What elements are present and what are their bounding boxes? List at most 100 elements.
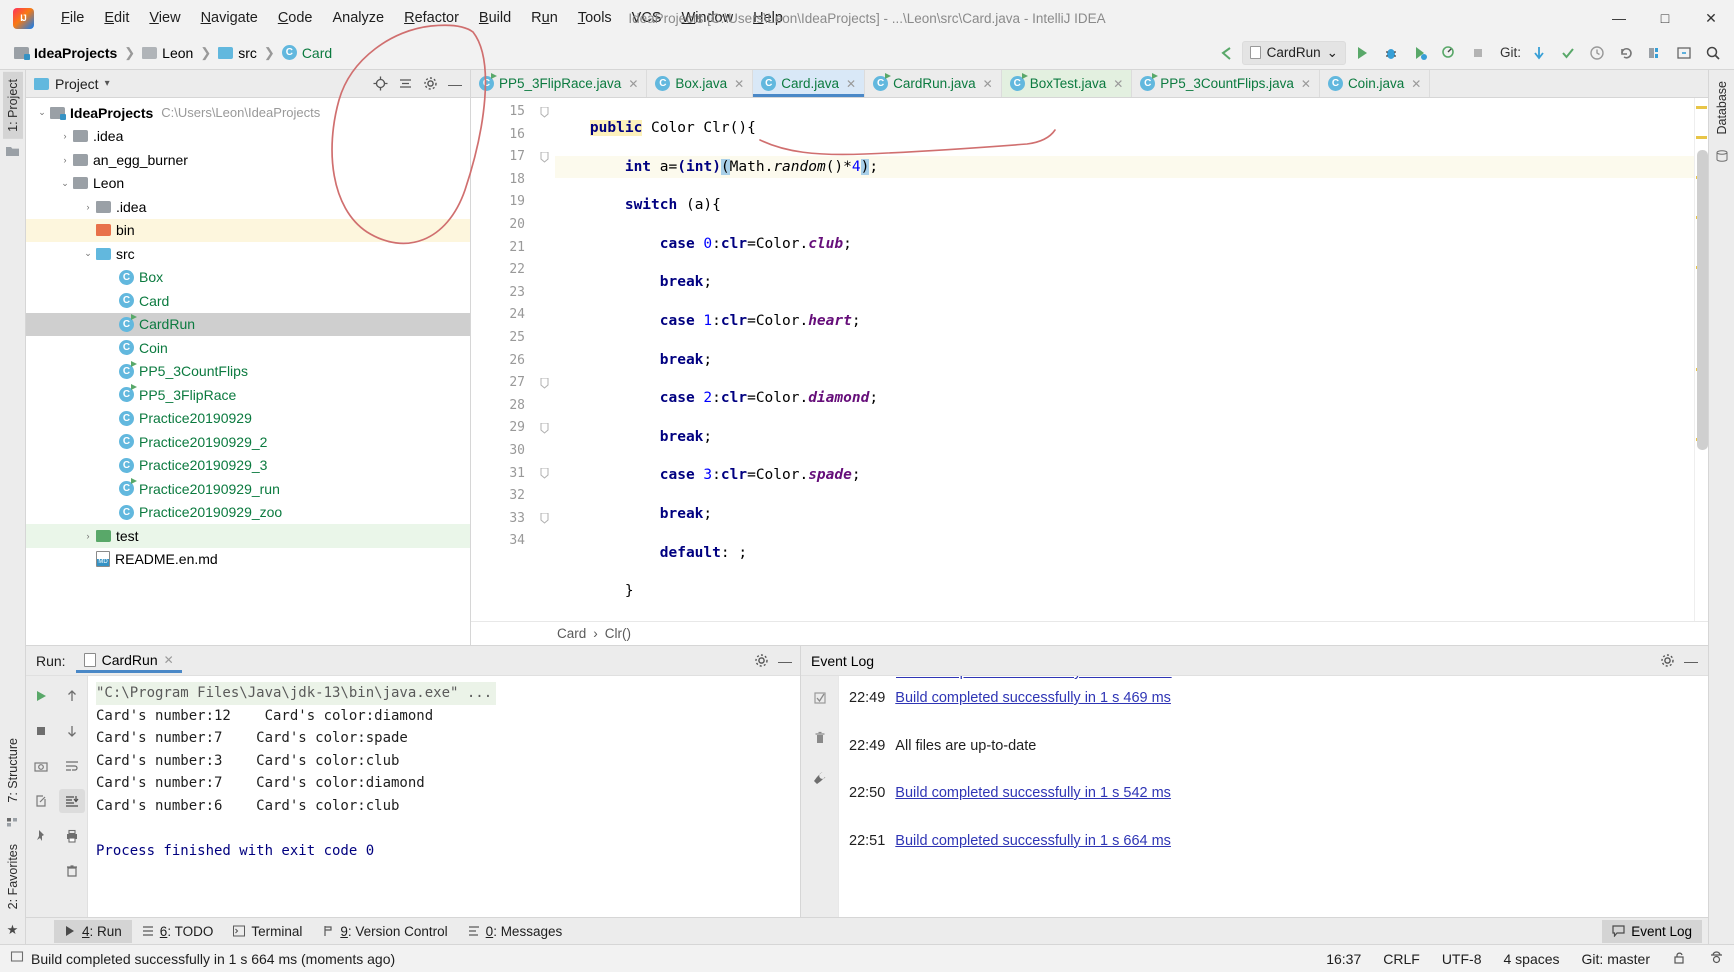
- print-icon[interactable]: [59, 824, 85, 848]
- fold-marker-icon[interactable]: [533, 508, 555, 531]
- menu-analyze[interactable]: Analyze: [324, 6, 394, 30]
- chevron-right-icon[interactable]: ›: [80, 202, 96, 212]
- event-message[interactable]: Build completed successfully in 1 s 664 …: [895, 833, 1171, 849]
- rerun-icon[interactable]: [28, 684, 54, 708]
- tree-node[interactable]: ⌄ Leon: [26, 172, 470, 196]
- chevron-right-icon[interactable]: ›: [57, 155, 73, 165]
- editor-breadcrumb[interactable]: Card › Clr(): [471, 621, 1708, 645]
- menu-refactor[interactable]: Refactor: [395, 6, 468, 30]
- rollback-icon[interactable]: [1613, 40, 1639, 66]
- sidebar-item-favorites[interactable]: 2: Favorites: [3, 837, 23, 916]
- editor-tabs[interactable]: C PP5_3FlipRace.java ✕ C Box.java ✕ C Card.java…: [471, 70, 1708, 98]
- gear-icon[interactable]: [1656, 650, 1678, 672]
- close-button[interactable]: ✕: [1688, 0, 1734, 36]
- editor-tab[interactable]: C PP5_3CountFlips.java ✕: [1132, 70, 1320, 97]
- fold-marker-icon[interactable]: [533, 417, 555, 440]
- delete-icon[interactable]: [807, 726, 833, 750]
- sidebar-item-structure[interactable]: 7: Structure: [3, 731, 23, 810]
- menu-code[interactable]: Code: [269, 6, 322, 30]
- close-icon[interactable]: ✕: [1411, 77, 1421, 91]
- settings-wrench-icon[interactable]: [807, 766, 833, 790]
- sdk-manager-icon[interactable]: [1671, 40, 1697, 66]
- status-line-separator[interactable]: CRLF: [1383, 951, 1420, 967]
- editor-tab[interactable]: C Coin.java ✕: [1320, 70, 1431, 97]
- close-icon[interactable]: ✕: [734, 77, 744, 91]
- menu-build[interactable]: Build: [470, 6, 520, 30]
- toolwindow-todo[interactable]: 6: TODO: [132, 920, 224, 943]
- hide-icon[interactable]: —: [444, 73, 466, 95]
- stop-icon[interactable]: [28, 719, 54, 743]
- fold-marker-icon[interactable]: [533, 101, 555, 124]
- chevron-down-icon[interactable]: ⌄: [57, 178, 73, 189]
- profile-icon[interactable]: [1436, 40, 1462, 66]
- hector-icon[interactable]: [1709, 950, 1724, 968]
- unlock-icon[interactable]: [1672, 950, 1687, 968]
- close-icon[interactable]: ✕: [164, 653, 174, 667]
- tree-node[interactable]: bin: [26, 218, 470, 242]
- export-icon[interactable]: [28, 789, 54, 813]
- pin-icon[interactable]: [28, 824, 54, 848]
- collapse-all-icon[interactable]: [394, 73, 416, 95]
- sidebar-item-database[interactable]: Database: [1712, 74, 1732, 142]
- menu-run[interactable]: Run: [522, 6, 567, 30]
- gear-icon[interactable]: [419, 73, 441, 95]
- code-editor[interactable]: 15 16 17 18 19 20 21 22 23 24 25 26 27 28 29 30 31 32 33 34…: [471, 98, 1708, 621]
- event-log-entry[interactable]: 22:50 Build completed successfully in 1 s…: [849, 779, 1708, 827]
- editor-tab[interactable]: C Card.java ✕: [753, 70, 866, 97]
- up-icon[interactable]: [59, 684, 85, 708]
- editor-tab[interactable]: C CardRun.java ✕: [865, 70, 1002, 97]
- minimize-button[interactable]: —: [1596, 0, 1642, 36]
- editor-tab[interactable]: C PP5_3FlipRace.java ✕: [471, 70, 648, 97]
- editor-tab[interactable]: C BoxTest.java ✕: [1001, 70, 1133, 97]
- menu-window[interactable]: Window: [673, 6, 743, 30]
- tree-node[interactable]: ⌄ src: [26, 242, 470, 266]
- breadcrumb-item-src[interactable]: src: [214, 43, 261, 63]
- mark-read-icon[interactable]: [807, 686, 833, 710]
- editor-scroll-markers[interactable]: [1694, 98, 1708, 621]
- event-message[interactable]: Build completed successfully in 1 s 542 …: [895, 785, 1171, 801]
- tree-node[interactable]: C Practice20190929_run: [26, 477, 470, 501]
- soft-wrap-icon[interactable]: [59, 754, 85, 778]
- tree-node[interactable]: C Coin: [26, 336, 470, 360]
- hide-icon[interactable]: —: [1680, 650, 1702, 672]
- close-icon[interactable]: ✕: [1113, 77, 1123, 91]
- tree-node[interactable]: › an_egg_burner: [26, 148, 470, 172]
- close-icon[interactable]: ✕: [1301, 77, 1311, 91]
- event-log-entry[interactable]: 22:49 Build completed successfully in 1 s…: [849, 684, 1708, 732]
- project-tree[interactable]: ⌄ IdeaProjects C:\Users\Leon\IdeaProjects ›…: [26, 98, 470, 645]
- tree-node[interactable]: ⌄ IdeaProjects C:\Users\Leon\IdeaProjects: [26, 101, 470, 125]
- toolwindow-version-control[interactable]: 9: Version Control: [312, 920, 457, 943]
- run-tab-cardrun[interactable]: CardRun ✕: [76, 648, 182, 673]
- event-log-list[interactable]: Build completed successfully in 1 s 469 …: [839, 676, 1708, 917]
- event-log-entry[interactable]: 22:49 All files are up-to-date: [849, 732, 1708, 780]
- event-message[interactable]: Build completed successfully in 1 s 469 …: [895, 690, 1171, 706]
- tree-node[interactable]: C Practice20190929_3: [26, 454, 470, 478]
- close-icon[interactable]: ✕: [628, 77, 638, 91]
- debug-icon[interactable]: [1378, 40, 1404, 66]
- tree-node[interactable]: C Practice20190929_2: [26, 430, 470, 454]
- status-message[interactable]: Build completed successfully in 1 s 664 …: [31, 951, 395, 967]
- menu-tools[interactable]: Tools: [569, 6, 621, 30]
- tree-node[interactable]: C Practice20190929: [26, 407, 470, 431]
- toolwindow-messages[interactable]: 0: Messages: [458, 920, 573, 943]
- menu-edit[interactable]: Edit: [95, 6, 138, 30]
- status-encoding[interactable]: UTF-8: [1442, 951, 1482, 967]
- event-log-partial-entry[interactable]: Build completed successfully in 1 s 469 …: [896, 676, 1172, 680]
- update-project-icon[interactable]: [1526, 40, 1552, 66]
- menu-vcs[interactable]: VCS: [623, 6, 671, 30]
- breadcrumb-item-ideaprojects[interactable]: IdeaProjects: [10, 43, 121, 63]
- status-indent[interactable]: 4 spaces: [1503, 951, 1559, 967]
- event-log-entry[interactable]: 22:51 Build completed successfully in 1 s…: [849, 827, 1708, 875]
- clear-all-icon[interactable]: [59, 859, 85, 883]
- fold-marker-icon[interactable]: [533, 372, 555, 395]
- gear-icon[interactable]: [750, 650, 772, 672]
- stop-icon[interactable]: [1465, 40, 1491, 66]
- maximize-button[interactable]: □: [1642, 0, 1688, 36]
- chevron-right-icon[interactable]: ›: [57, 131, 73, 141]
- project-structure-icon[interactable]: [1642, 40, 1668, 66]
- menu-help[interactable]: Help: [744, 6, 792, 30]
- search-everywhere-icon[interactable]: [1700, 40, 1726, 66]
- scroll-to-end-icon[interactable]: [58, 789, 85, 813]
- fold-marker-icon[interactable]: [533, 463, 555, 486]
- locate-icon[interactable]: [369, 73, 391, 95]
